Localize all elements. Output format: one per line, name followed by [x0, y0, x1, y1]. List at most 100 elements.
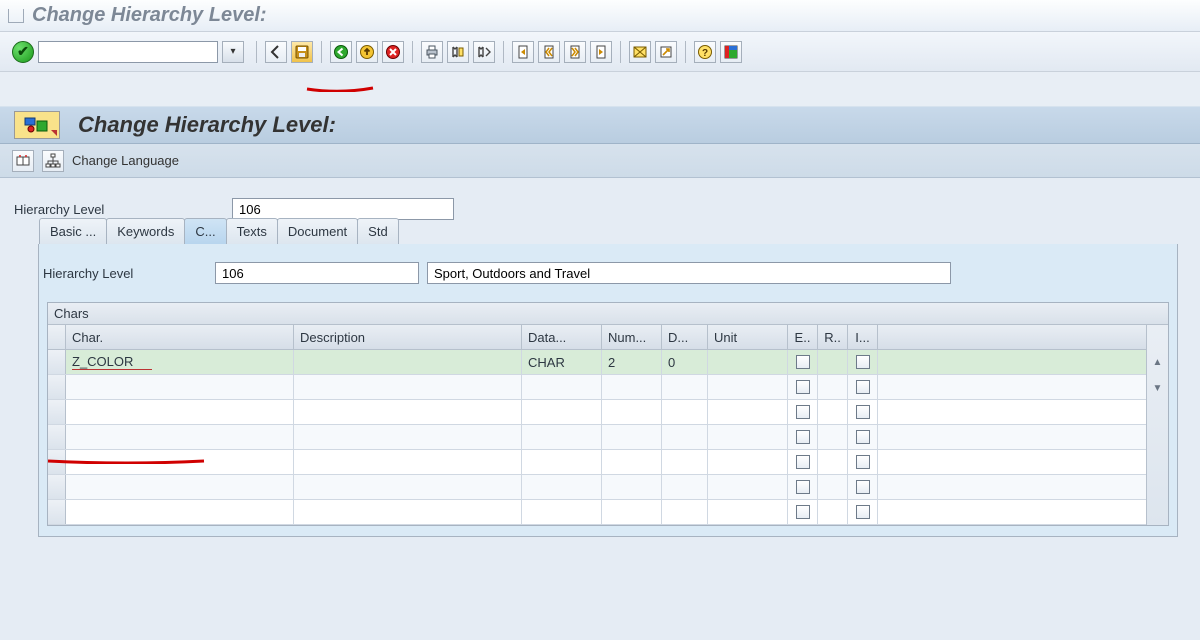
cell-unit[interactable] [708, 475, 788, 499]
table-row[interactable]: Z_COLORCHAR20 [48, 350, 1146, 375]
cell-description[interactable] [294, 425, 522, 449]
cell-unit[interactable] [708, 375, 788, 399]
col-i[interactable]: I... [848, 325, 878, 349]
hierarchy-level-input[interactable] [232, 198, 454, 220]
tab-chars[interactable]: C... [184, 218, 226, 244]
nav-back-icon[interactable] [330, 41, 352, 63]
back-icon[interactable] [265, 41, 287, 63]
checkbox[interactable] [856, 430, 870, 444]
cell-r[interactable] [818, 375, 848, 399]
cell-unit[interactable] [708, 425, 788, 449]
col-data[interactable]: Data... [522, 325, 602, 349]
cell-char[interactable] [66, 500, 294, 524]
print-icon[interactable] [421, 41, 443, 63]
change-language-link[interactable]: Change Language [72, 153, 179, 168]
cell-char[interactable] [66, 400, 294, 424]
row-selector[interactable] [48, 400, 66, 424]
sub-hierarchy-input[interactable] [215, 262, 419, 284]
command-input[interactable] [38, 41, 218, 63]
cell-i[interactable] [848, 500, 878, 524]
checkbox[interactable] [856, 505, 870, 519]
checkbox[interactable] [796, 480, 810, 494]
cell-e[interactable] [788, 400, 818, 424]
checkbox[interactable] [856, 480, 870, 494]
cell-unit[interactable] [708, 500, 788, 524]
col-num[interactable]: Num... [602, 325, 662, 349]
cell-unit[interactable] [708, 350, 788, 374]
cell-unit[interactable] [708, 400, 788, 424]
cell-i[interactable] [848, 400, 878, 424]
cell-r[interactable] [818, 400, 848, 424]
cell-description[interactable] [294, 450, 522, 474]
cell-char[interactable]: Z_COLOR [66, 350, 294, 374]
layout-icon[interactable] [720, 41, 742, 63]
help-icon[interactable]: ? [694, 41, 716, 63]
cell-i[interactable] [848, 350, 878, 374]
cell-r[interactable] [818, 500, 848, 524]
cell-unit[interactable] [708, 450, 788, 474]
cell-char[interactable] [66, 475, 294, 499]
scroll-down-icon[interactable]: ▼ [1151, 381, 1165, 395]
first-page-icon[interactable] [512, 41, 534, 63]
scroll-up-icon[interactable]: ▲ [1151, 355, 1165, 369]
checkbox[interactable] [856, 405, 870, 419]
cell-i[interactable] [848, 475, 878, 499]
table-row[interactable] [48, 450, 1146, 475]
cancel-icon[interactable] [382, 41, 404, 63]
find-icon[interactable] [447, 41, 469, 63]
cell-i[interactable] [848, 450, 878, 474]
row-selector[interactable] [48, 350, 66, 374]
cell-description[interactable] [294, 375, 522, 399]
cell-e[interactable] [788, 375, 818, 399]
col-r[interactable]: R.. [818, 325, 848, 349]
cell-description[interactable] [294, 475, 522, 499]
col-description[interactable]: Description [294, 325, 522, 349]
table-row[interactable] [48, 500, 1146, 525]
hierarchy-icon[interactable] [42, 150, 64, 172]
cell-i[interactable] [848, 425, 878, 449]
table-row[interactable] [48, 375, 1146, 400]
checkbox[interactable] [856, 355, 870, 369]
cell-e[interactable] [788, 450, 818, 474]
checkbox[interactable] [856, 455, 870, 469]
cell-description[interactable] [294, 400, 522, 424]
last-page-icon[interactable] [590, 41, 612, 63]
checkbox[interactable] [796, 505, 810, 519]
cell-e[interactable] [788, 425, 818, 449]
row-selector[interactable] [48, 500, 66, 524]
exit-icon[interactable] [356, 41, 378, 63]
cell-r[interactable] [818, 425, 848, 449]
cell-e[interactable] [788, 500, 818, 524]
cell-char[interactable] [66, 425, 294, 449]
prev-page-icon[interactable] [538, 41, 560, 63]
enter-ok-button[interactable]: ✔ [12, 41, 34, 63]
checkbox[interactable] [796, 405, 810, 419]
cell-description[interactable] [294, 500, 522, 524]
checkbox[interactable] [796, 430, 810, 444]
checkbox[interactable] [856, 380, 870, 394]
create-shortcut-icon[interactable] [655, 41, 677, 63]
cell-i[interactable] [848, 375, 878, 399]
sub-description-input[interactable] [427, 262, 951, 284]
col-e[interactable]: E.. [788, 325, 818, 349]
cell-description[interactable] [294, 350, 522, 374]
checkbox[interactable] [796, 380, 810, 394]
checkbox[interactable] [796, 355, 810, 369]
table-row[interactable] [48, 475, 1146, 500]
save-icon[interactable] [291, 41, 313, 63]
table-row[interactable] [48, 400, 1146, 425]
tab-document[interactable]: Document [277, 218, 358, 244]
cell-r[interactable] [818, 350, 848, 374]
row-selector[interactable] [48, 375, 66, 399]
table-row[interactable] [48, 425, 1146, 450]
row-selector[interactable] [48, 475, 66, 499]
col-unit[interactable]: Unit [708, 325, 788, 349]
col-d[interactable]: D... [662, 325, 708, 349]
command-history-dropdown[interactable]: ▾ [222, 41, 244, 63]
cell-r[interactable] [818, 450, 848, 474]
row-selector-header[interactable] [48, 325, 66, 349]
other-object-icon[interactable] [12, 150, 34, 172]
tab-texts[interactable]: Texts [226, 218, 278, 244]
tab-std[interactable]: Std [357, 218, 399, 244]
col-char[interactable]: Char. [66, 325, 294, 349]
